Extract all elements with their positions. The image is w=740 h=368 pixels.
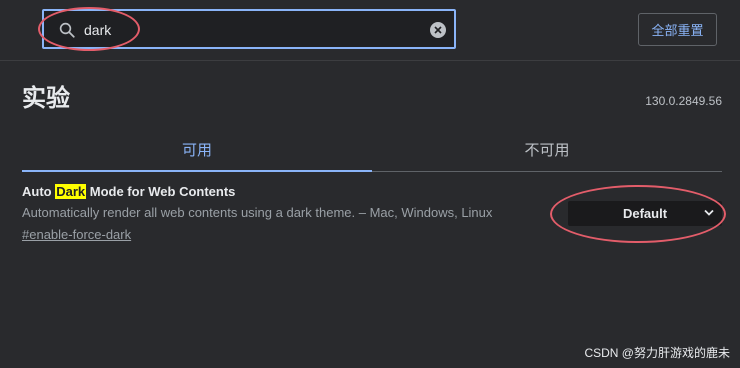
search-box[interactable] xyxy=(42,9,456,49)
title-prefix: Auto xyxy=(22,184,56,199)
version-label: 130.0.2849.56 xyxy=(645,94,722,108)
search-icon xyxy=(59,22,75,38)
reset-all-button[interactable]: 全部重置 xyxy=(638,13,717,46)
search-input[interactable] xyxy=(82,17,426,43)
title-suffix: Mode for Web Contents xyxy=(86,184,236,199)
select-value: Default xyxy=(622,206,668,221)
clear-icon xyxy=(434,26,442,34)
experiment-title: Auto Dark Mode for Web Contents xyxy=(22,184,722,199)
chevron-down-icon xyxy=(704,209,714,216)
search-highlight: Dark xyxy=(55,184,87,199)
tab-bar: 可用 不可用 xyxy=(22,128,722,172)
tab-available[interactable]: 可用 xyxy=(22,128,372,172)
experiment-select[interactable]: Default xyxy=(568,201,722,226)
top-bar: 全部重置 xyxy=(0,0,740,61)
page-title: 实验 xyxy=(22,85,70,112)
watermark: CSDN @努力肝游戏的鹿未 xyxy=(584,346,730,360)
tab-unavailable[interactable]: 不可用 xyxy=(372,128,722,172)
clear-search-button[interactable] xyxy=(430,22,446,38)
experiment-link[interactable]: #enable-force-dark xyxy=(22,227,131,242)
